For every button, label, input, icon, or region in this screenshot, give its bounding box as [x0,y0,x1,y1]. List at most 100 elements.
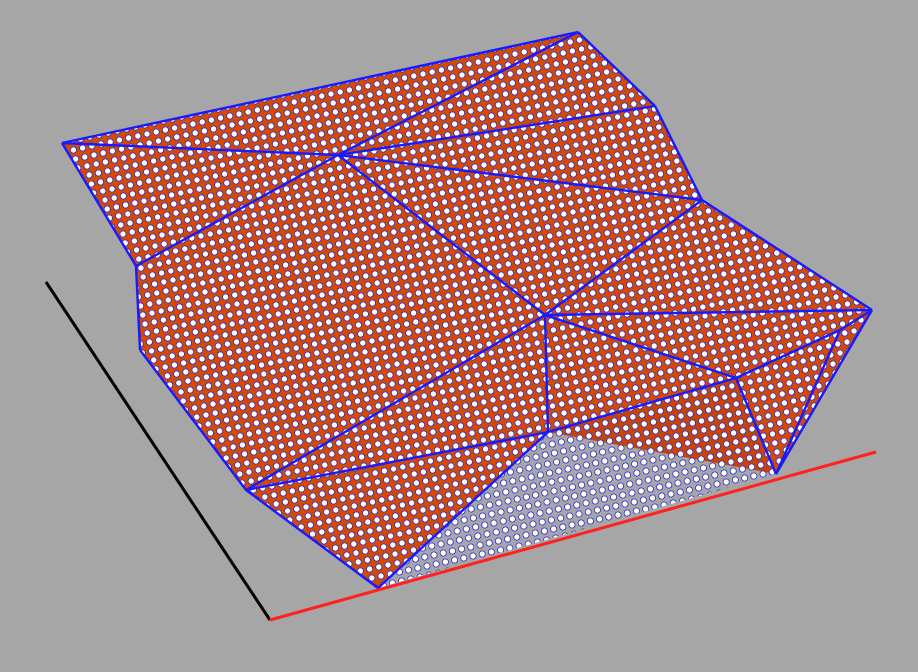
surface-point [645,163,653,171]
surface-point [558,362,566,370]
surface-point [122,362,130,370]
surface-point [369,223,377,231]
surface-point [638,174,646,182]
surface-point [803,451,811,459]
surface-point [99,585,107,588]
surface-point [65,90,73,98]
surface-point [618,368,626,376]
surface-point [316,481,324,489]
surface-point [725,250,733,258]
surface-point [380,543,388,551]
surface-point [223,19,229,25]
surface-point [295,315,303,323]
surface-point [745,530,753,538]
surface-point [542,574,550,582]
surface-point [322,309,330,317]
surface-point [390,465,398,473]
3d-viewport[interactable] [0,0,918,672]
surface-point [121,514,129,522]
surface-point [243,459,251,467]
surface-point [217,114,225,122]
surface-point [161,202,169,210]
surface-point [548,593,554,599]
surface-point [53,511,59,517]
surface-point [427,144,435,152]
surface-point [128,266,136,274]
surface-point [496,584,504,588]
surface-point [419,269,427,277]
surface-point [89,66,97,74]
surface-point [433,48,441,56]
surface-point [633,194,641,202]
surface-point [66,251,74,259]
scene-canvas[interactable] [0,0,918,672]
surface-point [138,150,146,158]
surface-point [698,417,706,425]
surface-point [337,50,345,58]
surface-point [807,507,815,515]
surface-point [760,195,768,203]
surface-point [352,511,360,519]
surface-point [154,137,162,145]
surface-point [733,286,741,294]
surface-point [555,268,563,276]
surface-point [648,570,656,578]
surface-point [77,59,85,67]
surface-point [220,47,228,55]
surface-point [339,495,347,503]
surface-point [256,77,264,85]
surface-point [486,226,494,234]
surface-point [678,336,686,344]
surface-point [194,337,202,345]
surface-point [368,337,376,345]
surface-point [641,145,649,153]
surface-point [600,495,608,503]
surface-point [44,276,50,282]
surface-point [268,207,276,215]
surface-point [162,325,170,333]
surface-point [482,208,490,216]
surface-point [564,67,572,75]
surface-point [703,558,711,566]
surface-point [471,324,479,332]
surface-point [722,478,730,486]
surface-point [41,144,47,150]
surface-point [527,236,535,244]
surface-point [387,532,395,540]
surface-point [734,447,742,455]
surface-point [70,307,78,315]
surface-point [172,408,180,416]
surface-point [423,562,431,570]
surface-point [526,388,534,396]
surface-point [633,232,641,240]
surface-point [353,473,361,481]
surface-point [571,454,579,462]
surface-point [338,97,346,105]
surface-point [484,179,492,187]
surface-point [406,177,414,185]
surface-point [378,496,386,504]
surface-point [509,477,517,485]
surface-point [620,140,628,148]
surface-point [336,325,344,333]
surface-point [327,289,335,297]
surface-point [753,130,761,138]
surface-point [472,286,480,294]
surface-point [675,166,683,174]
surface-point [634,118,642,126]
surface-point [440,75,448,83]
surface-point [636,203,644,211]
surface-point [800,518,808,526]
surface-point [297,125,305,133]
surface-point [331,582,339,588]
surface-point [486,65,494,73]
surface-point [181,207,189,215]
surface-point [253,381,261,389]
surface-point [615,397,623,405]
surface-point [778,191,786,199]
surface-point [148,546,156,554]
surface-point [161,401,169,409]
surface-point [143,130,151,138]
surface-point [321,423,329,431]
surface-point [274,547,282,555]
